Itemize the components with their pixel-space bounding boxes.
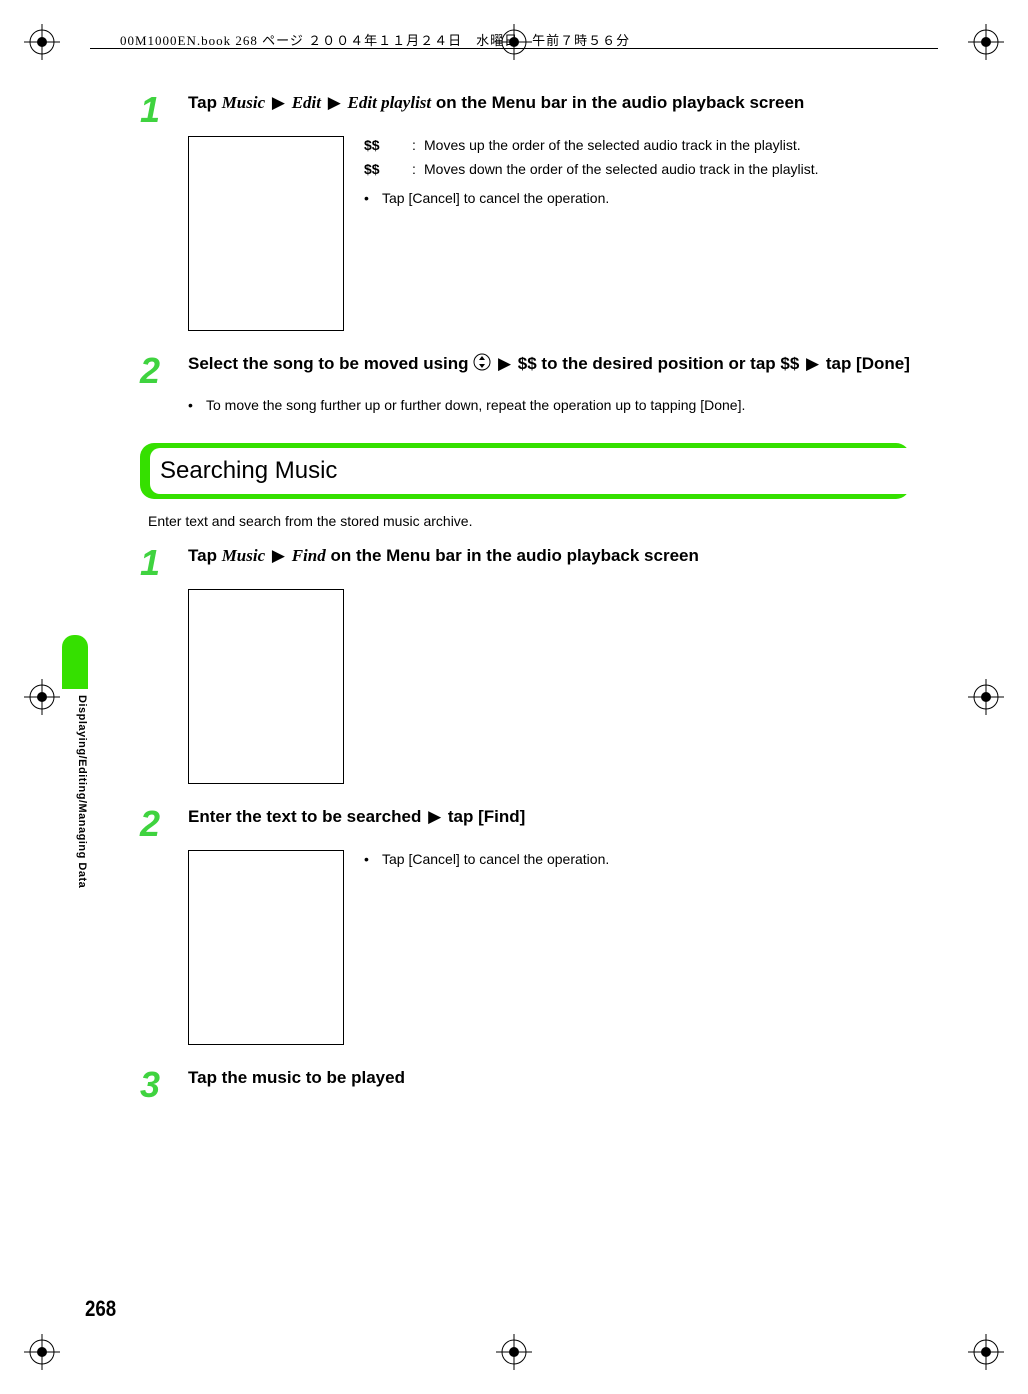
menu-item-find: Find <box>292 546 326 565</box>
section-heading-inner: Searching Music <box>150 448 910 494</box>
crop-mark-icon <box>496 1334 532 1370</box>
bullet-icon: • <box>364 850 382 870</box>
text: Tap <box>188 93 222 112</box>
note-text: To move the song further up or further d… <box>206 397 910 413</box>
step-1: 1 Tap Music ▶ Edit ▶ Edit playlist on th… <box>140 90 910 126</box>
text: Tap <box>188 546 222 565</box>
header-rule <box>90 48 938 49</box>
step-number: 1 <box>140 92 160 128</box>
document-page: 00M1000EN.book 268 ページ ２００４年１１月２４日 水曜日 午… <box>0 0 1028 1394</box>
table-row: $$ : Moves up the order of the selected … <box>364 136 819 156</box>
step-number: 3 <box>140 1067 160 1103</box>
step-1-title: Tap Music ▶ Edit ▶ Edit playlist on the … <box>188 90 804 116</box>
arrow-icon: ▶ <box>326 93 343 112</box>
bullet-icon: • <box>188 397 206 413</box>
table-row: $$ : Moves down the order of the selecte… <box>364 160 819 180</box>
text: tap [Done] <box>821 354 910 373</box>
page-number: 268 <box>85 1296 116 1322</box>
search-step-3: 3 Tap the music to be played <box>140 1065 910 1101</box>
menu-item-edit: Edit <box>292 93 321 112</box>
crop-mark-icon <box>968 1334 1004 1370</box>
note-bullet: • To move the song further up or further… <box>188 397 910 413</box>
bullet-icon: • <box>364 189 382 209</box>
arrow-icon: ▶ <box>426 807 443 826</box>
step-number: 1 <box>140 545 160 581</box>
search-step-1: 1 Tap Music ▶ Find on the Menu bar in th… <box>140 543 910 579</box>
arrow-icon: ▶ <box>804 354 821 373</box>
text: on the Menu bar in the audio playback sc… <box>431 93 804 112</box>
text: on the Menu bar in the audio playback sc… <box>326 546 699 565</box>
text: tap [Find] <box>443 807 525 826</box>
search-step-2-title: Enter the text to be searched ▶ tap [Fin… <box>188 804 525 830</box>
note-bullet: • Tap [Cancel] to cancel the operation. <box>364 850 609 870</box>
arrow-icon: ▶ <box>270 546 287 565</box>
step-2-note: • To move the song further up or further… <box>188 397 910 413</box>
note-bullet: • Tap [Cancel] to cancel the operation. <box>364 189 819 209</box>
note-column: • Tap [Cancel] to cancel the operation. <box>364 850 609 1045</box>
symbol-cell: $$ <box>364 136 412 156</box>
page-content: 1 Tap Music ▶ Edit ▶ Edit playlist on th… <box>140 90 910 1111</box>
crop-mark-icon <box>24 24 60 60</box>
section-intro: Enter text and search from the stored mu… <box>148 513 910 529</box>
menu-item-music: Music <box>222 546 265 565</box>
crop-mark-icon <box>24 679 60 715</box>
menu-item-music: Music <box>222 93 265 112</box>
text: $$ to the desired position or tap $$ <box>513 354 804 373</box>
step-2-title: Select the song to be moved using ▶ $$ t… <box>188 351 910 379</box>
section-heading: Searching Music <box>140 443 910 499</box>
step-1-body: $$ : Moves up the order of the selected … <box>188 136 910 331</box>
search-step-1-body <box>188 589 910 784</box>
side-tab-accent <box>62 635 88 689</box>
menu-item-edit-playlist: Edit playlist <box>348 93 432 112</box>
screenshot-placeholder <box>188 850 344 1045</box>
screenshot-placeholder <box>188 589 344 784</box>
step-number: 2 <box>140 353 160 389</box>
description-cell: Moves up the order of the selected audio… <box>424 136 819 156</box>
arrow-icon: ▶ <box>496 354 513 373</box>
search-step-2: 2 Enter the text to be searched ▶ tap [F… <box>140 804 910 840</box>
note-text: Tap [Cancel] to cancel the operation. <box>382 189 819 209</box>
page-header-runner: 00M1000EN.book 268 ページ ２００４年１１月２４日 水曜日 午… <box>120 30 630 49</box>
step-2: 2 Select the song to be moved using ▶ $$… <box>140 351 910 387</box>
symbol-cell: $$ <box>364 160 412 180</box>
crop-mark-icon <box>24 1334 60 1370</box>
crop-mark-icon <box>968 679 1004 715</box>
chapter-side-tab: Displaying/Editing/Managing Data <box>62 635 88 955</box>
arrow-icon: ▶ <box>270 93 287 112</box>
symbol-description-table: $$ : Moves up the order of the selected … <box>364 136 819 331</box>
screenshot-placeholder <box>188 136 344 331</box>
crop-mark-icon <box>968 24 1004 60</box>
text: Select the song to be moved using <box>188 354 473 373</box>
nav-key-icon <box>473 353 491 379</box>
description-cell: Moves down the order of the selected aud… <box>424 160 819 180</box>
section-heading-label: Searching Music <box>160 457 337 485</box>
search-step-1-title: Tap Music ▶ Find on the Menu bar in the … <box>188 543 699 569</box>
search-step-3-title: Tap the music to be played <box>188 1065 405 1091</box>
note-text: Tap [Cancel] to cancel the operation. <box>382 850 609 870</box>
colon-cell: : <box>412 136 424 156</box>
text: Enter the text to be searched <box>188 807 426 826</box>
step-number: 2 <box>140 806 160 842</box>
search-step-2-body: • Tap [Cancel] to cancel the operation. <box>188 850 910 1045</box>
colon-cell: : <box>412 160 424 180</box>
side-tab-label: Displaying/Editing/Managing Data <box>62 691 88 888</box>
